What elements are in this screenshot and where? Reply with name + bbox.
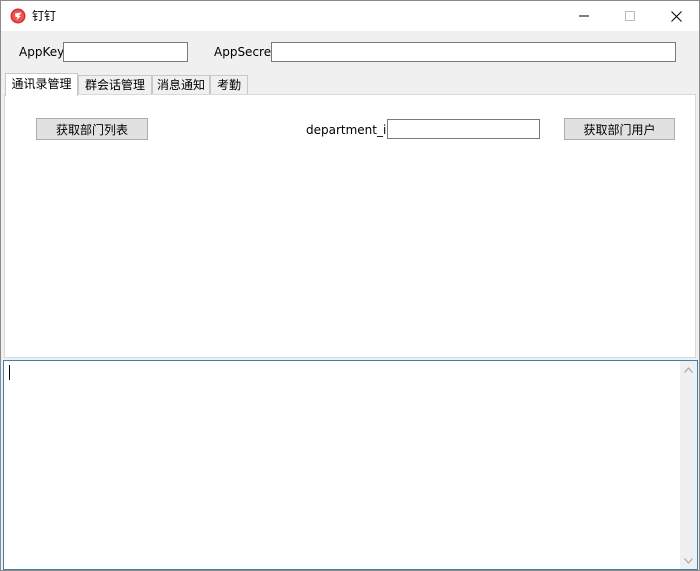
chevron-up-icon <box>684 366 693 373</box>
main-window: 钉钉 AppKey AppSecret 通讯录管理 群会话管理 消息通知 考勤 … <box>0 0 700 571</box>
close-icon <box>670 10 682 22</box>
contacts-tab-panel: 获取部门列表 department_id 获取部门用户 <box>4 94 696 358</box>
appkey-label: AppKey <box>19 45 65 59</box>
maximize-button[interactable] <box>607 1 653 31</box>
get-departments-button[interactable]: 获取部门列表 <box>36 118 148 140</box>
department-id-input[interactable] <box>387 119 540 139</box>
vertical-scrollbar[interactable] <box>680 361 697 569</box>
tab-contacts[interactable]: 通讯录管理 <box>5 73 78 96</box>
dingtalk-app-icon <box>10 8 26 24</box>
appkey-input[interactable] <box>63 42 188 62</box>
title-bar[interactable]: 钉钉 <box>1 1 699 31</box>
text-caret <box>9 365 10 380</box>
tab-attendance[interactable]: 考勤 <box>210 75 248 95</box>
close-button[interactable] <box>653 1 699 31</box>
tab-label: 通讯录管理 <box>11 77 72 91</box>
chevron-down-icon <box>684 557 693 564</box>
department-id-label: department_id <box>306 123 394 137</box>
minimize-button[interactable] <box>561 1 607 31</box>
appsecret-input[interactable] <box>271 42 676 62</box>
tab-notifications[interactable]: 消息通知 <box>152 75 210 95</box>
tab-label: 消息通知 <box>156 78 205 92</box>
tab-label: 群会话管理 <box>84 78 145 92</box>
minimize-icon <box>579 15 589 17</box>
window-title: 钉钉 <box>32 9 57 23</box>
scroll-down-button[interactable] <box>680 552 697 569</box>
log-textarea[interactable] <box>3 360 698 570</box>
tab-group-chat[interactable]: 群会话管理 <box>78 75 152 95</box>
appsecret-label: AppSecret <box>214 45 276 59</box>
tab-label: 考勤 <box>216 78 241 92</box>
get-department-users-button[interactable]: 获取部门用户 <box>564 118 675 140</box>
maximize-icon <box>625 11 635 21</box>
scroll-up-button[interactable] <box>680 361 697 378</box>
